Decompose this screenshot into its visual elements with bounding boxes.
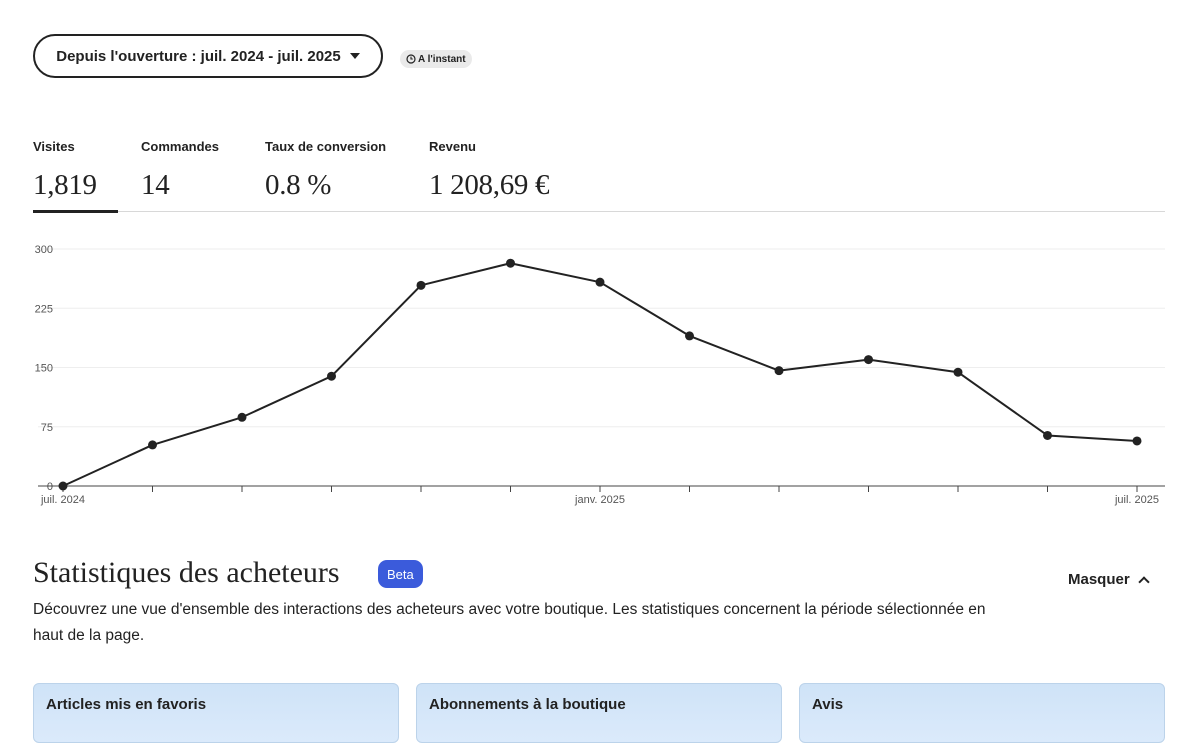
y-tick-label: 150	[35, 363, 53, 375]
date-range-dropdown[interactable]: Depuis l'ouverture : juil. 2024 - juil. …	[33, 34, 383, 78]
metrics-divider	[33, 211, 1165, 212]
x-tick-label: janv. 2025	[574, 494, 625, 506]
card-shop-follows[interactable]: Abonnements à la boutique	[416, 683, 782, 743]
clock-icon	[406, 54, 416, 64]
data-point	[864, 355, 873, 365]
metric-orders[interactable]: Commandes 14	[141, 139, 219, 202]
beta-badge: Beta	[378, 560, 423, 588]
metric-value: 1 208,69 €	[429, 169, 550, 201]
metric-label: Revenu	[429, 139, 476, 154]
metric-conversion-rate[interactable]: Taux de conversion 0.8 %	[265, 139, 386, 202]
metric-label: Taux de conversion	[265, 139, 387, 154]
metric-label: Commandes	[141, 139, 220, 154]
metric-label: Visites	[33, 139, 75, 154]
metric-value: 14	[141, 169, 170, 201]
data-point	[58, 481, 68, 491]
x-tick-label: juil. 2024	[40, 494, 85, 506]
data-point	[1132, 436, 1142, 446]
last-updated-badge: A l'instant	[400, 50, 472, 68]
data-point	[416, 280, 426, 290]
metric-value: 1,819	[33, 169, 97, 201]
visits-line-chart: 0 75 150 225 300 juil. 2024 janv. 2025 juil. 20…	[35, 244, 1165, 506]
caret-down-icon	[349, 53, 360, 59]
last-updated-label: A l'instant	[418, 53, 466, 65]
section-description: Découvrez une vue d'ensemble des interac…	[33, 601, 986, 644]
active-metric-indicator	[33, 210, 118, 213]
data-point	[148, 440, 157, 450]
section-title: Statistiques des acheteurs	[33, 556, 340, 589]
date-range-label: Depuis l'ouverture : juil. 2024 - juil. …	[56, 47, 341, 65]
data-point	[506, 258, 515, 268]
data-point	[953, 367, 963, 377]
hide-section-button[interactable]: Masquer	[1068, 571, 1150, 588]
metric-revenue[interactable]: Revenu 1 208,69 €	[429, 139, 550, 202]
y-tick-label: 225	[35, 303, 53, 315]
data-point	[327, 371, 336, 381]
card-reviews[interactable]: Avis	[799, 683, 1165, 743]
y-tick-label: 0	[47, 481, 53, 493]
data-point	[685, 331, 694, 341]
hide-section-label: Masquer	[1068, 571, 1130, 588]
series-line-visits	[62, 262, 1138, 487]
card-favorites[interactable]: Articles mis en favoris	[33, 683, 399, 743]
metric-visits[interactable]: Visites 1,819	[33, 139, 97, 202]
data-point	[774, 366, 784, 376]
y-tick-label: 75	[41, 422, 53, 434]
x-tick-label: juil. 2025	[1114, 494, 1159, 506]
card-title: Abonnements à la boutique	[429, 696, 626, 713]
data-point	[237, 412, 247, 422]
data-point	[1043, 430, 1052, 440]
data-point	[595, 277, 605, 287]
chevron-up-icon	[1138, 576, 1150, 588]
card-title: Avis	[812, 696, 844, 713]
y-tick-label: 300	[35, 244, 53, 256]
card-title: Articles mis en favoris	[46, 696, 207, 713]
metric-value: 0.8 %	[265, 169, 332, 201]
